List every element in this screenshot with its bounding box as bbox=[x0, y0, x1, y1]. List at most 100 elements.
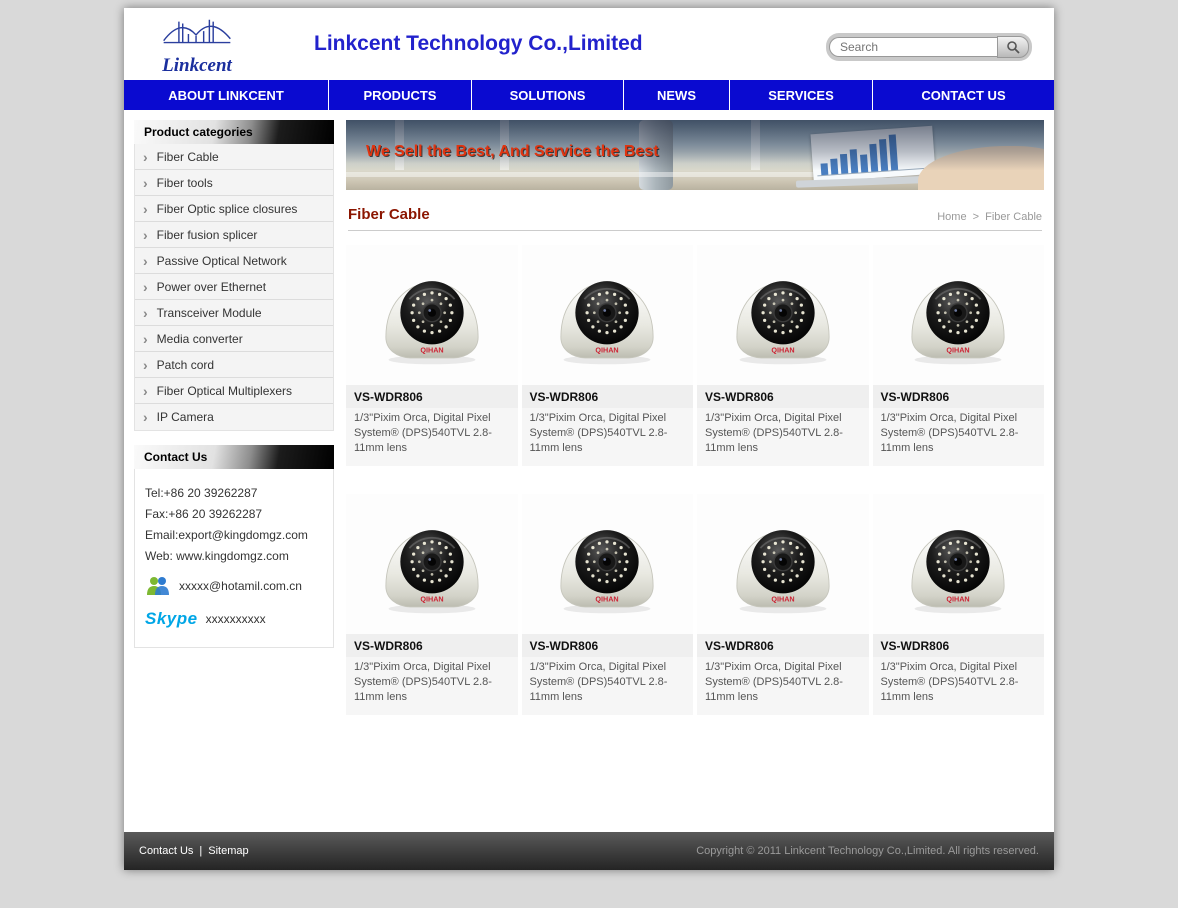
sidebar-item-fiber-cable[interactable]: Fiber Cable bbox=[135, 144, 333, 170]
company-name: Linkcent Technology Co.,Limited bbox=[314, 32, 643, 56]
chevron-right-icon bbox=[143, 254, 148, 268]
dome-camera-image bbox=[724, 512, 842, 616]
product-image[interactable] bbox=[522, 494, 694, 634]
chevron-right-icon bbox=[143, 202, 148, 216]
product-card[interactable]: VS-WDR806 1/3"Pixim Orca, Digital Pixel … bbox=[522, 245, 694, 466]
breadcrumb: Home > Fiber Cable bbox=[934, 211, 1042, 223]
product-name[interactable]: VS-WDR806 bbox=[346, 385, 518, 408]
product-image[interactable] bbox=[873, 494, 1045, 634]
product-name[interactable]: VS-WDR806 bbox=[697, 385, 869, 408]
category-label: IP Camera bbox=[157, 410, 214, 424]
breadcrumb-home[interactable]: Home bbox=[937, 211, 966, 223]
contact-email[interactable]: Email:export@kingdomgz.com bbox=[145, 528, 323, 542]
bridge-logo-icon bbox=[158, 14, 236, 54]
footer-links: Contact Us | Sitemap bbox=[139, 845, 249, 857]
sidebar-item-fiber-fusion-splicer[interactable]: Fiber fusion splicer bbox=[135, 222, 333, 248]
product-card[interactable]: VS-WDR806 1/3"Pixim Orca, Digital Pixel … bbox=[873, 494, 1045, 715]
category-list: Fiber Cable Fiber tools Fiber Optic spli… bbox=[134, 144, 334, 431]
footer-link-sitemap[interactable]: Sitemap bbox=[208, 845, 248, 857]
product-description: 1/3"Pixim Orca, Digital Pixel System® (D… bbox=[522, 408, 694, 456]
main-column: We Sell the Best, And Service the Best F… bbox=[346, 120, 1044, 715]
chevron-right-icon bbox=[143, 410, 148, 424]
chevron-right-icon bbox=[143, 280, 148, 294]
nav-item-news[interactable]: NEWS bbox=[624, 80, 730, 110]
chevron-right-icon bbox=[143, 332, 148, 346]
breadcrumb-current: Fiber Cable bbox=[985, 211, 1042, 223]
product-image[interactable] bbox=[873, 245, 1045, 385]
product-name[interactable]: VS-WDR806 bbox=[522, 634, 694, 657]
product-name[interactable]: VS-WDR806 bbox=[346, 634, 518, 657]
chevron-right-icon bbox=[143, 150, 148, 164]
category-label: Fiber Cable bbox=[157, 150, 219, 164]
site-header: Linkcent Linkcent Technology Co.,Limited bbox=[124, 8, 1054, 80]
contact-tel: Tel:+86 20 39262287 bbox=[145, 486, 323, 500]
page-title: Fiber Cable bbox=[348, 206, 430, 223]
sidebar-item-fiber-optic-splice-closures[interactable]: Fiber Optic splice closures bbox=[135, 196, 333, 222]
product-description: 1/3"Pixim Orca, Digital Pixel System® (D… bbox=[346, 408, 518, 456]
nav-item-services[interactable]: SERVICES bbox=[730, 80, 873, 110]
sidebar-item-patch-cord[interactable]: Patch cord bbox=[135, 352, 333, 378]
nav-item-products[interactable]: PRODUCTS bbox=[329, 80, 472, 110]
skype-id[interactable]: xxxxxxxxxx bbox=[206, 612, 266, 626]
product-image[interactable] bbox=[697, 494, 869, 634]
product-card[interactable]: VS-WDR806 1/3"Pixim Orca, Digital Pixel … bbox=[697, 494, 869, 715]
search-input[interactable] bbox=[829, 37, 997, 57]
product-name[interactable]: VS-WDR806 bbox=[522, 385, 694, 408]
product-card[interactable]: VS-WDR806 1/3"Pixim Orca, Digital Pixel … bbox=[697, 245, 869, 466]
title-row: Fiber Cable Home > Fiber Cable bbox=[348, 206, 1042, 231]
product-image[interactable] bbox=[346, 494, 518, 634]
product-grid: VS-WDR806 1/3"Pixim Orca, Digital Pixel … bbox=[346, 245, 1044, 715]
category-label: Fiber Optical Multiplexers bbox=[157, 384, 292, 398]
dome-camera-image bbox=[548, 512, 666, 616]
dome-camera-image bbox=[373, 512, 491, 616]
chevron-right-icon bbox=[143, 358, 148, 372]
product-image[interactable] bbox=[522, 245, 694, 385]
footer-copyright: Copyright © 2011 Linkcent Technology Co.… bbox=[696, 845, 1039, 857]
msn-address[interactable]: xxxxx@hotamil.com.cn bbox=[179, 579, 302, 593]
product-description: 1/3"Pixim Orca, Digital Pixel System® (D… bbox=[346, 657, 518, 705]
product-name[interactable]: VS-WDR806 bbox=[873, 385, 1045, 408]
nav-item-solutions[interactable]: SOLUTIONS bbox=[472, 80, 624, 110]
category-label: Media converter bbox=[157, 332, 243, 346]
sidebar-item-fiber-optical-multiplexers[interactable]: Fiber Optical Multiplexers bbox=[135, 378, 333, 404]
nav-item-contact-us[interactable]: CONTACT US bbox=[873, 80, 1054, 110]
product-card[interactable]: VS-WDR806 1/3"Pixim Orca, Digital Pixel … bbox=[522, 494, 694, 715]
product-image[interactable] bbox=[697, 245, 869, 385]
breadcrumb-separator: > bbox=[973, 211, 979, 223]
sidebar-item-transceiver-module[interactable]: Transceiver Module bbox=[135, 300, 333, 326]
contact-box: Tel:+86 20 39262287 Fax:+86 20 39262287 … bbox=[134, 469, 334, 648]
product-name[interactable]: VS-WDR806 bbox=[873, 634, 1045, 657]
chevron-right-icon bbox=[143, 384, 148, 398]
product-image[interactable] bbox=[346, 245, 518, 385]
category-label: Passive Optical Network bbox=[157, 254, 287, 268]
sidebar-item-fiber-tools[interactable]: Fiber tools bbox=[135, 170, 333, 196]
dome-camera-image bbox=[548, 263, 666, 367]
dome-camera-image bbox=[373, 263, 491, 367]
product-card[interactable]: VS-WDR806 1/3"Pixim Orca, Digital Pixel … bbox=[346, 494, 518, 715]
search-icon bbox=[1006, 40, 1020, 54]
nav-item-about-linkcent[interactable]: ABOUT LINKCENT bbox=[124, 80, 329, 110]
product-description: 1/3"Pixim Orca, Digital Pixel System® (D… bbox=[522, 657, 694, 705]
banner-slogan: We Sell the Best, And Service the Best bbox=[366, 143, 659, 161]
search-button[interactable] bbox=[997, 36, 1029, 58]
category-label: Fiber tools bbox=[157, 176, 213, 190]
company-logo[interactable]: Linkcent bbox=[132, 14, 262, 75]
sidebar-item-power-over-ethernet[interactable]: Power over Ethernet bbox=[135, 274, 333, 300]
product-name[interactable]: VS-WDR806 bbox=[697, 634, 869, 657]
product-card[interactable]: VS-WDR806 1/3"Pixim Orca, Digital Pixel … bbox=[346, 245, 518, 466]
sidebar-item-passive-optical-network[interactable]: Passive Optical Network bbox=[135, 248, 333, 274]
sidebar-item-ip-camera[interactable]: IP Camera bbox=[135, 404, 333, 430]
product-description: 1/3"Pixim Orca, Digital Pixel System® (D… bbox=[697, 657, 869, 705]
footer-separator: | bbox=[199, 845, 202, 857]
product-card[interactable]: VS-WDR806 1/3"Pixim Orca, Digital Pixel … bbox=[873, 245, 1045, 466]
product-categories-header: Product categories bbox=[134, 120, 334, 144]
contact-web[interactable]: Web: www.kingdomgz.com bbox=[145, 549, 323, 563]
msn-messenger-icon bbox=[145, 575, 171, 597]
dome-camera-image bbox=[724, 263, 842, 367]
sidebar-item-media-converter[interactable]: Media converter bbox=[135, 326, 333, 352]
category-label: Patch cord bbox=[157, 358, 214, 372]
footer-link-contact-us[interactable]: Contact Us bbox=[139, 845, 193, 857]
chevron-right-icon bbox=[143, 306, 148, 320]
chevron-right-icon bbox=[143, 228, 148, 242]
logo-text: Linkcent bbox=[132, 56, 262, 75]
